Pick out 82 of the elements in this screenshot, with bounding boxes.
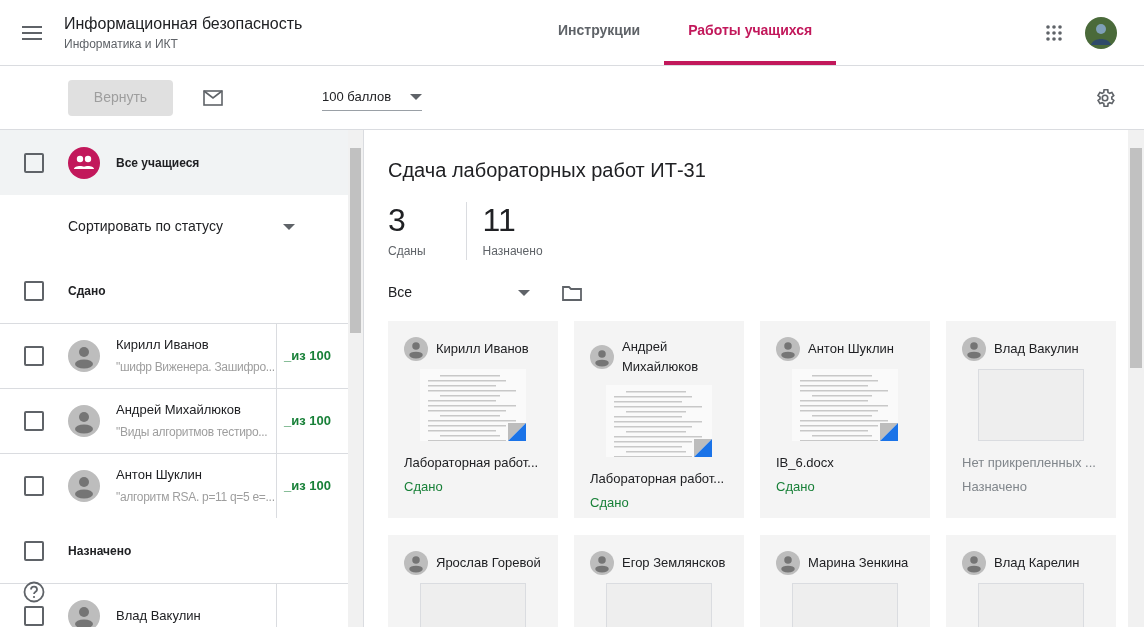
submission-card[interactable]: Егор Землянсков [574, 535, 744, 627]
attachment-name: Лабораторная работ... [590, 470, 726, 488]
submission-card[interactable]: Влад Вакулин Нет прикрепленных ... Назначено [946, 321, 1116, 518]
grade-field[interactable]: _из 100 [284, 411, 331, 431]
stat-label: Сданы [388, 243, 426, 260]
status-label: Назначено [962, 477, 1028, 496]
person-avatar-icon [962, 337, 986, 361]
student-name: Ярослав Горевой [436, 554, 541, 572]
person-avatar-icon [404, 337, 428, 361]
student-name: Влад Вакулин [116, 607, 201, 625]
assignment-title: Сдача лабораторных работ ИТ-31 [388, 158, 707, 183]
caret-icon [518, 289, 530, 296]
sort-dropdown[interactable]: Сортировать по статусу [0, 195, 348, 258]
folder-icon[interactable] [562, 284, 582, 301]
caret-icon [410, 94, 422, 100]
attachment-name: Лабораторная работ... [404, 454, 540, 472]
checkbox[interactable] [24, 152, 44, 173]
person-avatar-icon [776, 551, 800, 575]
student-name: Влад Вакулин [994, 340, 1079, 358]
help-icon[interactable] [23, 581, 45, 603]
caret-icon [282, 223, 295, 230]
private-comment: "алгоритм RSA. p=11 q=5 e=... [116, 489, 275, 506]
grade-field[interactable]: _из 100 [284, 346, 331, 366]
student-name: Влад Карелин [994, 554, 1080, 572]
status-label: Сдано [776, 477, 816, 496]
filter-dropdown[interactable]: Все [388, 282, 530, 303]
points-dropdown[interactable]: 100 баллов [322, 84, 422, 111]
apps-grid-icon[interactable] [1046, 24, 1062, 41]
person-avatar-icon [590, 551, 614, 575]
checkbox[interactable] [24, 540, 44, 561]
person-avatar-icon [68, 405, 100, 437]
attachment-name: Нет прикрепленных ... [962, 454, 1097, 472]
person-avatar-icon [590, 345, 614, 369]
group-label: Сдано [68, 282, 106, 300]
group-label: Назначено [68, 542, 132, 560]
student-name: Антон Шуклин [808, 340, 894, 358]
menu-icon[interactable] [22, 25, 42, 40]
checkbox[interactable] [24, 476, 44, 496]
class-subtitle: Информатика и ИКТ [64, 35, 179, 53]
submission-card[interactable]: Ярослав Горевой [388, 535, 558, 627]
group-icon [68, 146, 100, 179]
submission-card[interactable]: Влад Карелин [946, 535, 1116, 627]
checkbox[interactable] [24, 411, 44, 431]
attachment-name: IB_6.docx [776, 454, 835, 472]
checkbox[interactable] [24, 346, 44, 366]
all-students-row[interactable]: Все учащиеся [0, 130, 348, 195]
student-name: Кирилл Иванов [436, 340, 529, 358]
settings-icon[interactable] [1094, 86, 1116, 109]
submission-card[interactable]: Марина Зенкина [760, 535, 930, 627]
scrollbar[interactable] [348, 130, 363, 627]
submission-card[interactable]: Антон Шуклин IB_6.docx Сдано [760, 321, 930, 518]
student-name: Андрей Михайлюков [116, 401, 242, 419]
scrollbar[interactable] [1128, 130, 1144, 627]
stat-value: 3 [388, 202, 407, 238]
stat-value: 11 [482, 202, 517, 238]
stat-label: Назначено [482, 243, 543, 260]
student-name: Кирилл Иванов [116, 336, 210, 354]
student-name: Егор Землянсков [622, 554, 726, 572]
student-name: Антон Шуклин [116, 466, 203, 484]
private-comment: "Виды алгоритмов тестиро... [116, 424, 268, 441]
person-avatar-icon [68, 470, 100, 502]
checkbox[interactable] [24, 280, 44, 301]
status-label: Сдано [404, 477, 444, 496]
person-avatar-icon [404, 551, 428, 575]
tab[interactable]: Инструкции [534, 0, 665, 65]
all-students-label: Все учащиеся [116, 154, 200, 172]
student-name: Марина Зенкина [808, 554, 909, 572]
status-label: Сдано [590, 493, 630, 512]
private-comment: "шифр Виженера. Зашифро... [116, 359, 275, 376]
profile-avatar-icon[interactable] [1085, 16, 1117, 49]
mail-icon[interactable] [203, 89, 223, 106]
class-title: Информационная безопасность [64, 13, 304, 34]
tab[interactable]: Работы учащихся [664, 0, 837, 65]
checkbox[interactable] [24, 606, 44, 626]
submission-card[interactable]: Кирилл Иванов Лабораторная работ... Сдано [388, 321, 558, 518]
person-avatar-icon [776, 337, 800, 361]
grade-field[interactable]: _из 100 [284, 476, 331, 496]
submission-card[interactable]: Андрей Михайлюков Лабораторная работ... Сдано [574, 321, 744, 518]
student-name: Андрей Михайлюков [622, 338, 700, 376]
person-avatar-icon [68, 600, 100, 627]
person-avatar-icon [68, 340, 100, 372]
person-avatar-icon [962, 551, 986, 575]
